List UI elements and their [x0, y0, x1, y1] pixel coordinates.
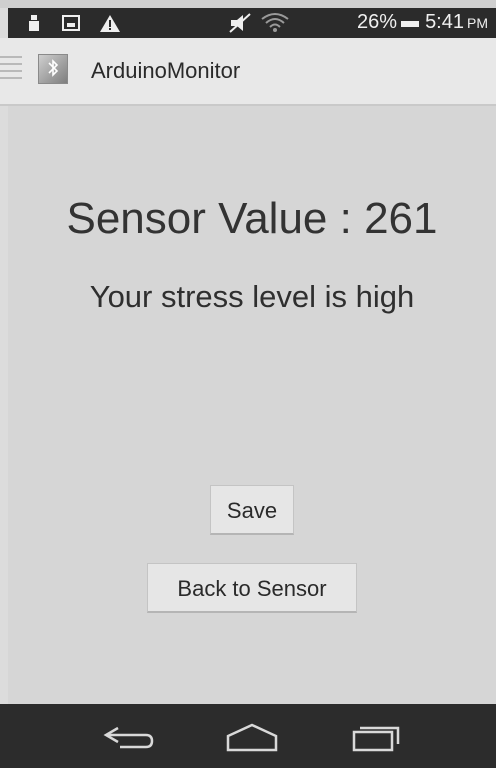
main-content: Sensor Value : 261 Your stress level is … [8, 106, 496, 704]
stress-message: Your stress level is high [89, 279, 415, 314]
back-icon[interactable] [100, 722, 160, 752]
image-icon [62, 15, 80, 31]
top-edge [0, 0, 496, 8]
wifi-icon [261, 13, 289, 32]
navigation-bar [0, 704, 496, 768]
clock-ampm: PM [467, 15, 488, 31]
action-bar: ArduinoMonitor [0, 38, 496, 106]
sensor-value-text: Sensor Value : 261 [8, 194, 496, 244]
app-title: ArduinoMonitor [91, 58, 241, 83]
recent-apps-icon[interactable] [348, 722, 408, 752]
app-icon[interactable] [38, 54, 68, 84]
alert-icon-1 [29, 15, 39, 31]
mute-icon [229, 13, 251, 33]
drawer-icon[interactable] [0, 56, 22, 84]
battery-percent: 26% [357, 11, 398, 33]
clock-time: 5:41 [425, 11, 464, 33]
status-right: 26% 5:41 PM [357, 11, 488, 35]
battery-icon [401, 21, 420, 27]
save-button[interactable]: Save [210, 485, 294, 535]
warning-icon [100, 15, 120, 32]
sensor-value: 261 [364, 194, 438, 243]
sensor-label: Sensor Value : [66, 194, 365, 243]
bluetooth-icon [48, 59, 59, 77]
back-to-sensor-button[interactable]: Back to Sensor [147, 563, 357, 613]
phone-screen: 26% 5:41 PM ArduinoMonitor Sensor Value : … [0, 0, 496, 768]
home-icon[interactable] [222, 722, 282, 752]
status-bar: 26% 5:41 PM [8, 8, 496, 38]
